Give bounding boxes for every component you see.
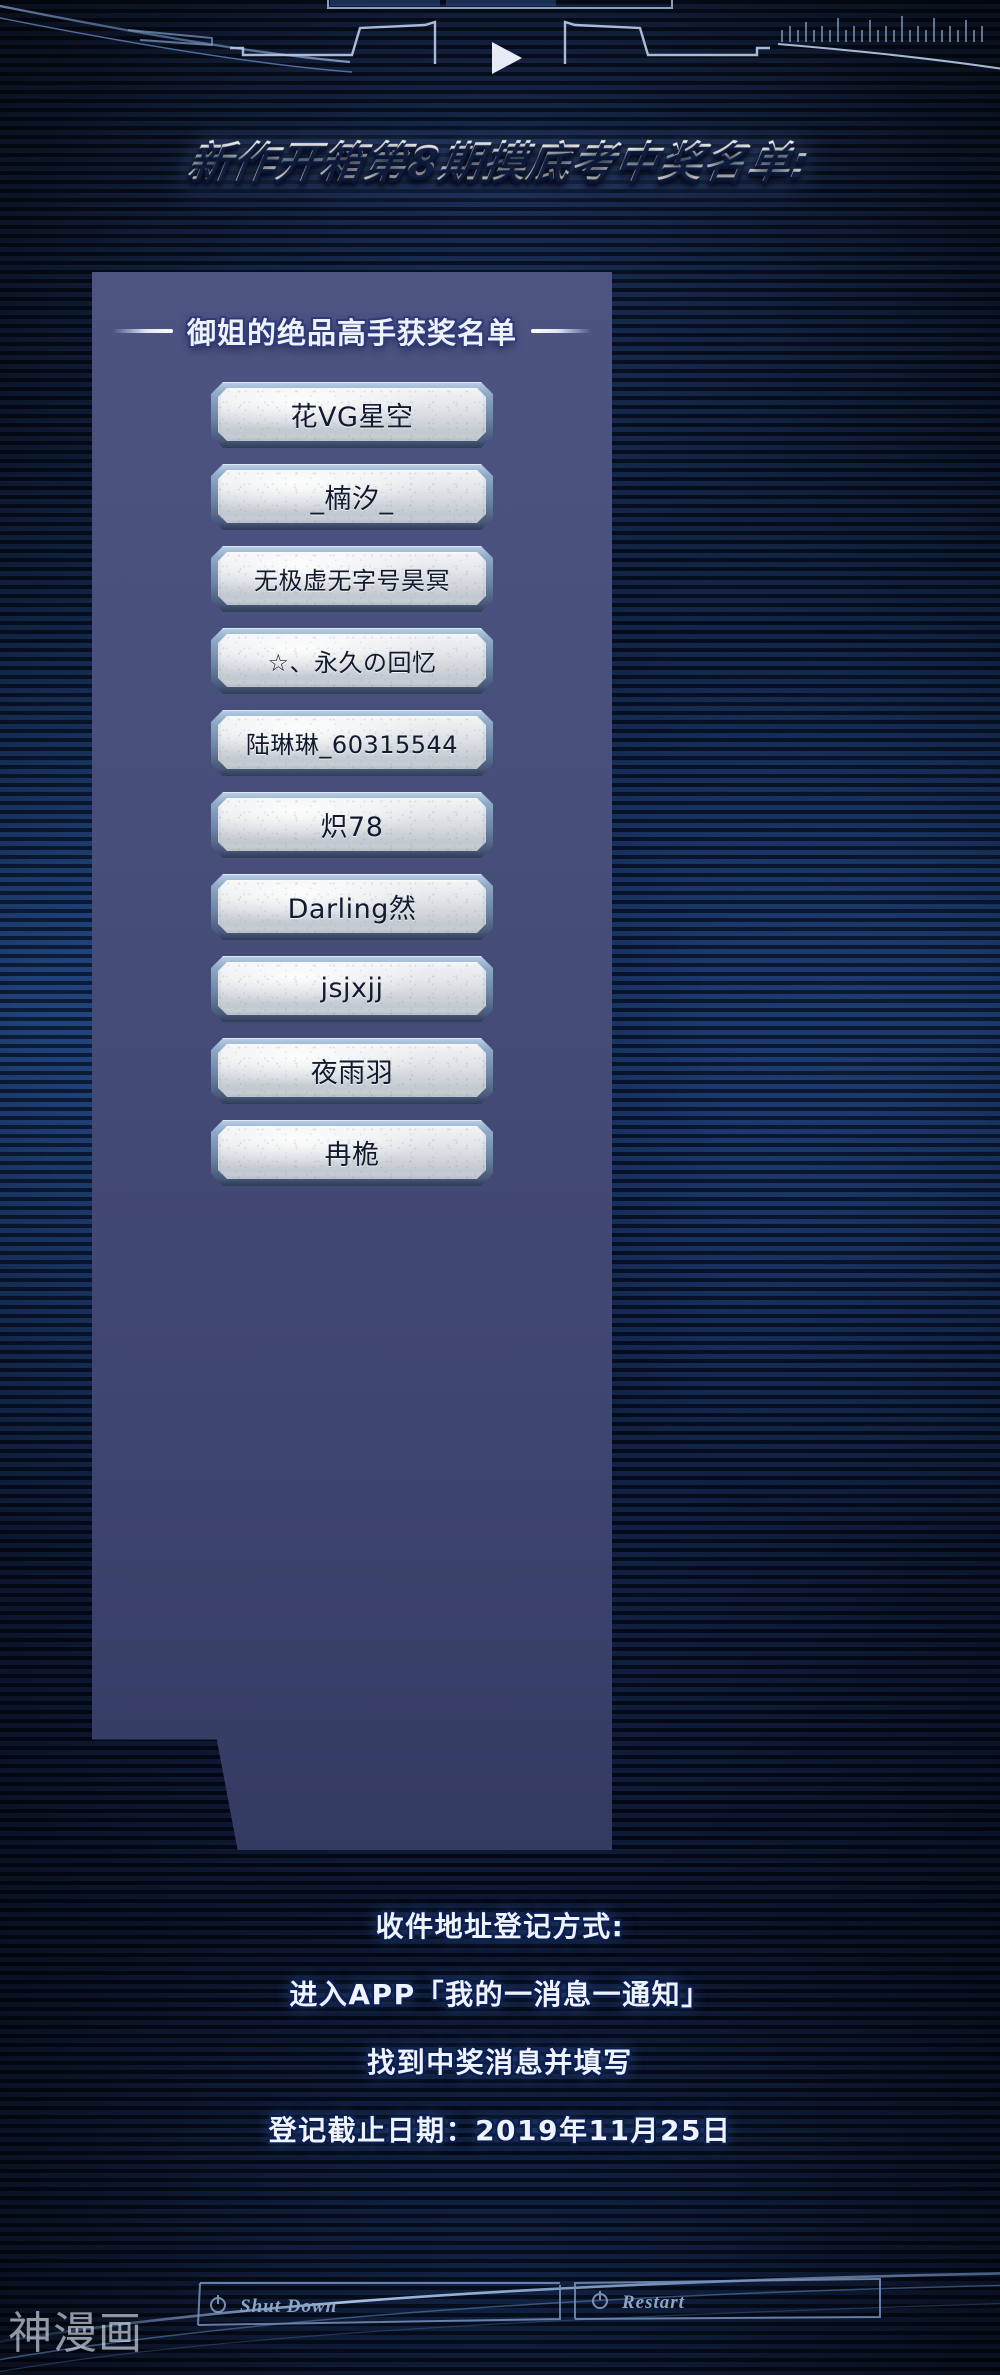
page-title-text: 新作开箱第8期摸底考中奖名单: — [185, 128, 816, 190]
winner-name: 冉桅 — [324, 1140, 380, 1171]
header-rule-left — [112, 329, 173, 333]
page-title: 新作开箱第8期摸底考中奖名单: — [0, 128, 1000, 190]
winner-item[interactable]: jsjxjj — [211, 956, 493, 1022]
winner-name: 花VG星空 — [290, 402, 414, 433]
winner-name: jsjxjj — [320, 973, 384, 1004]
winner-item[interactable]: ☆、永久の回忆 — [211, 628, 493, 694]
winner-name: _楠汐_ — [310, 484, 394, 515]
winner-item[interactable]: 陆琳琳_60315544 — [211, 710, 493, 776]
winner-item-face: jsjxjj — [218, 962, 486, 1015]
winner-name: 无极虚无字号昊冥 — [254, 567, 450, 595]
panel-header-text: 御姐的绝品高手获奖名单 — [186, 316, 517, 350]
winner-name: 炽78 — [320, 812, 384, 843]
winner-name: ☆、永久の回忆 — [267, 649, 437, 677]
winner-item-face: 陆琳琳_60315544 — [218, 716, 486, 769]
winner-item-face: 冉桅 — [218, 1126, 486, 1179]
winner-item-face: 无极虚无字号昊冥 — [218, 552, 486, 605]
winner-item-face: 花VG星空 — [218, 388, 486, 441]
restart-label: Restart — [621, 2292, 685, 2313]
winner-item-face: 炽78 — [218, 798, 486, 851]
winner-item[interactable]: 夜雨羽 — [211, 1038, 493, 1104]
winners-panel: 御姐的绝品高手获奖名单 花VG星空 _楠汐_ 无极虚无字号昊冥 ☆、永久の回忆 … — [92, 272, 612, 1850]
winner-item-face: _楠汐_ — [218, 470, 486, 523]
winner-item[interactable]: 花VG星空 — [211, 382, 493, 448]
footer-line: 收件地址登记方式: — [375, 1910, 625, 1943]
winner-item[interactable]: _楠汐_ — [211, 464, 493, 530]
poster-stage: 新作开箱第8期摸底考中奖名单: 御姐的绝品高手获奖名单 花VG星空 _楠汐_ 无… — [0, 0, 1000, 2375]
footer-line: 进入APP「我的一消息一通知」 — [289, 1978, 711, 2011]
header-rule-right — [531, 329, 591, 333]
power-icon — [210, 2295, 226, 2313]
winner-name: 夜雨羽 — [310, 1058, 394, 1089]
hud-top-svg — [0, 0, 1000, 74]
winner-name: 陆琳琳_60315544 — [245, 731, 459, 759]
play-triangle-icon — [492, 42, 522, 74]
bottom-hud-decoration: Shut Down Restart — [0, 2225, 1000, 2375]
winners-list: 花VG星空 _楠汐_ 无极虚无字号昊冥 ☆、永久の回忆 陆琳琳_60315544… — [92, 382, 612, 1186]
watermark: 神漫画 — [8, 2308, 143, 2359]
winner-item-face: ☆、永久の回忆 — [218, 634, 486, 687]
panel-header: 御姐的绝品高手获奖名单 — [92, 272, 612, 352]
winner-item[interactable]: 炽78 — [211, 792, 493, 858]
shutdown-button: Shut Down — [197, 2282, 561, 2326]
winner-item-face: Darling然 — [218, 880, 486, 933]
footer-instructions: 收件地址登记方式: 进入APP「我的一消息一通知」 找到中奖消息并填写 登记截止… — [0, 1905, 1000, 2177]
winner-item[interactable]: 冉桅 — [211, 1120, 493, 1186]
winner-item-face: 夜雨羽 — [218, 1044, 486, 1097]
top-hud-decoration — [0, 0, 1000, 105]
winner-name: Darling然 — [287, 894, 417, 925]
winner-item[interactable]: Darling然 — [211, 874, 493, 940]
hud-bottom-svg: Shut Down Restart — [0, 2272, 1000, 2373]
footer-line: 登记截止日期：2019年11月25日 — [268, 2114, 732, 2147]
footer-line: 找到中奖消息并填写 — [367, 2046, 633, 2079]
winner-item[interactable]: 无极虚无字号昊冥 — [211, 546, 493, 612]
shutdown-label: Shut Down — [240, 2296, 337, 2317]
